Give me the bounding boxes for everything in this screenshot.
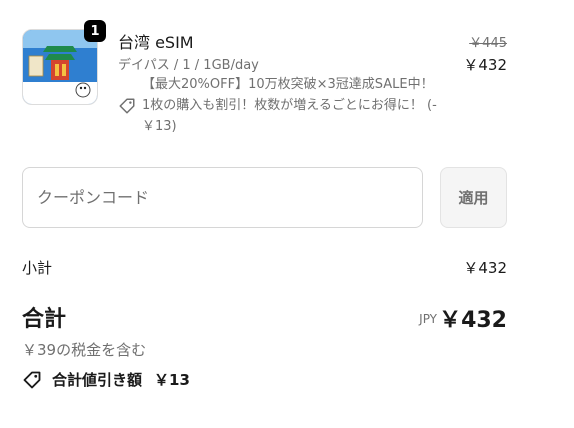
order-summary: 1 台湾 eSIM デイパス / 1 / 1GB/day 【最大20%OFF】1… (0, 0, 574, 428)
total-label: 合計 (22, 307, 67, 332)
tag-icon (23, 371, 41, 388)
discount-title: 【最大20%OFF】10万枚突破×3冠達成SALE中！ (142, 77, 434, 92)
product-variant: デイパス / 1 / 1GB/day (118, 58, 259, 73)
original-price: ￥445 (469, 36, 507, 51)
line-price: ￥432 (463, 56, 507, 74)
product-thumbnail-wrapper: 1 (22, 20, 106, 105)
subtotal-value: ￥432 (463, 259, 507, 277)
apply-coupon-button[interactable]: 適用 (440, 167, 507, 228)
savings-label: 合計値引き額 (52, 371, 143, 389)
total-currency: JPY (419, 312, 437, 326)
tag-icon (119, 98, 135, 114)
discount-description: 1枚の購入も割引！枚数が増えるごとにお得に！ (-￥13) (142, 98, 437, 134)
coupon-code-input[interactable] (22, 167, 423, 228)
subtotal-label: 小計 (22, 259, 53, 277)
quantity-badge: 1 (84, 20, 106, 42)
total-savings: 合計値引き額 ￥13 (22, 369, 190, 390)
total-value: ￥432 (439, 308, 507, 333)
product-discount: 【最大20%OFF】10万枚突破×3冠達成SALE中！ 1枚の購入も割引！枚数が… (118, 74, 458, 137)
savings-value: ￥13 (154, 371, 190, 389)
tax-note: ￥39の税金を含む (22, 341, 147, 359)
product-title: 台湾 eSIM (118, 33, 194, 52)
